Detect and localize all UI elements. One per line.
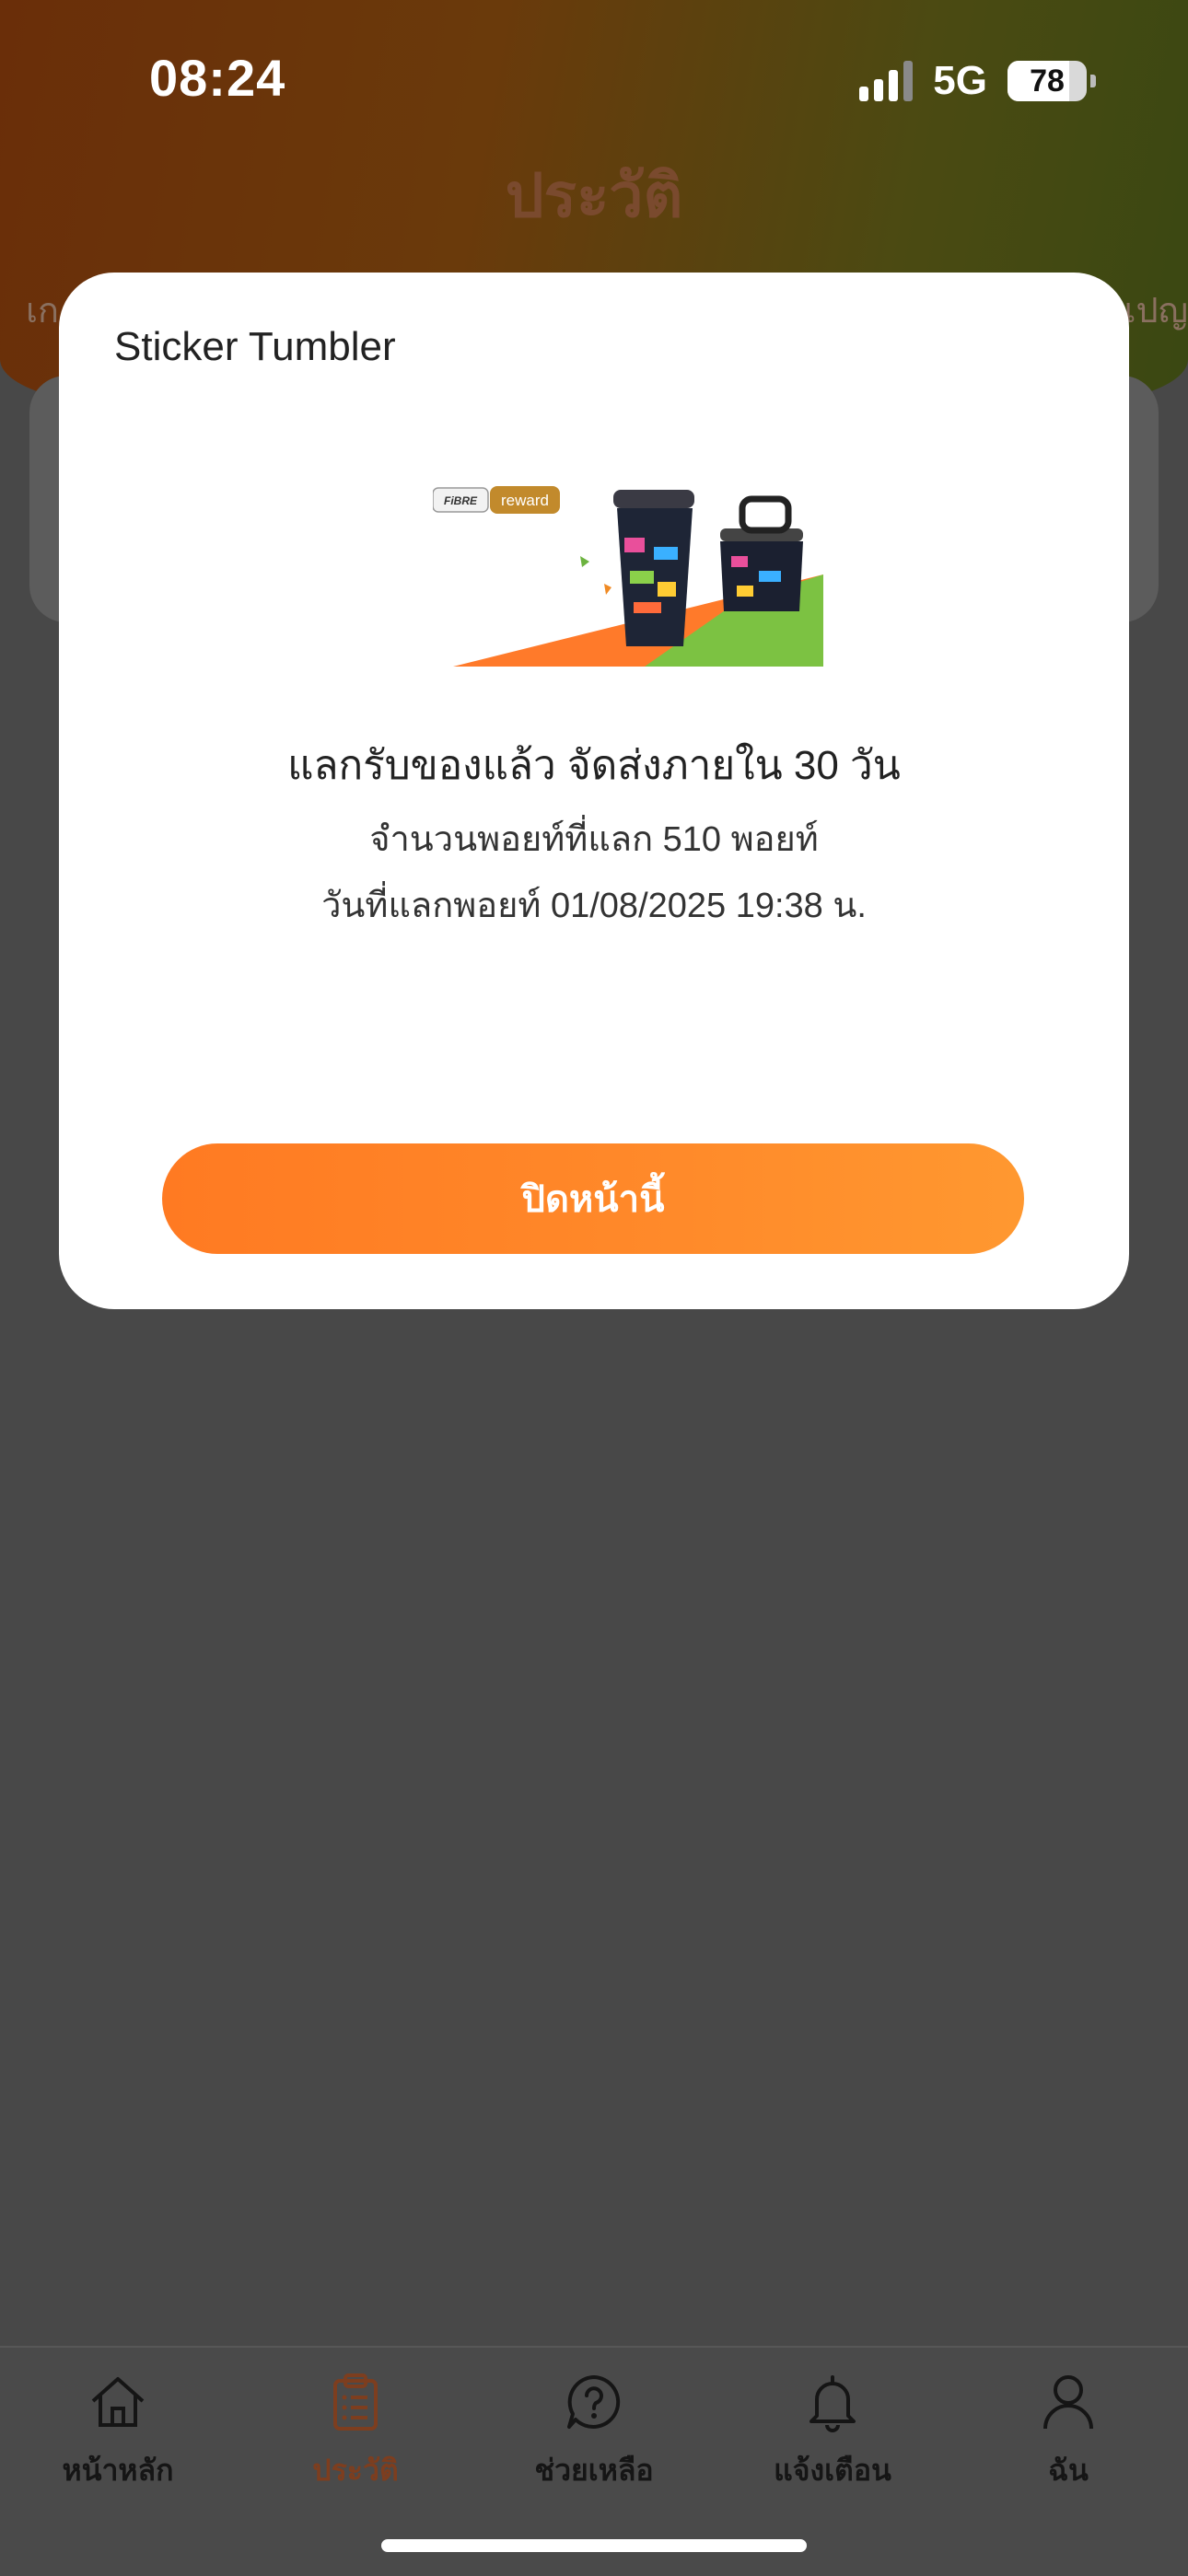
nav-history[interactable]: ประวัติ [254, 2370, 457, 2494]
nav-label-home: หน้าหลัก [62, 2447, 173, 2494]
tab-peek-left: เก [26, 282, 59, 338]
product-image: FiBRE reward [433, 482, 823, 667]
brand-text: FiBRE [444, 494, 478, 507]
history-icon [323, 2370, 388, 2434]
home-icon [86, 2370, 150, 2434]
modal-title: Sticker Tumbler [114, 324, 396, 370]
bell-icon [800, 2370, 865, 2434]
nav-label-notifications: แจ้งเตือน [774, 2447, 891, 2494]
page-title: ประวัติ [0, 147, 1188, 244]
battery-icon: 78 [1007, 61, 1087, 101]
points-redeemed: จำนวนพอยท์ที่แลก 510 พอยท์ [59, 810, 1129, 866]
redeem-date: วันที่แลกพอยท์ 01/08/2025 19:38 น. [59, 876, 1129, 933]
redeem-status: แลกรับของแล้ว จัดส่งภายใน 30 วัน [59, 733, 1129, 797]
battery-level: 78 [1030, 64, 1065, 99]
nav-notifications[interactable]: แจ้งเตือน [731, 2370, 934, 2494]
status-time: 08:24 [149, 48, 285, 108]
status-indicators: 5G 78 [859, 55, 1087, 107]
help-icon [562, 2370, 626, 2434]
nav-profile[interactable]: ฉัน [967, 2370, 1170, 2494]
reward-badge-text: reward [501, 492, 549, 509]
nav-home[interactable]: หน้าหลัก [17, 2370, 219, 2494]
close-button[interactable]: ปิดหน้านี้ [162, 1143, 1024, 1254]
reward-modal: Sticker Tumbler FiBRE reward แลกรับของแล… [59, 273, 1129, 1309]
profile-icon [1036, 2370, 1101, 2434]
signal-icon [859, 61, 913, 101]
nav-label-profile: ฉัน [1048, 2447, 1089, 2494]
network-type: 5G [933, 58, 987, 104]
nav-help[interactable]: ช่วยเหลือ [493, 2370, 695, 2494]
nav-label-help: ช่วยเหลือ [534, 2447, 653, 2494]
nav-label-history: ประวัติ [312, 2447, 398, 2494]
home-indicator[interactable] [381, 2539, 807, 2552]
tab-peek-right: เปญ [1124, 282, 1188, 338]
